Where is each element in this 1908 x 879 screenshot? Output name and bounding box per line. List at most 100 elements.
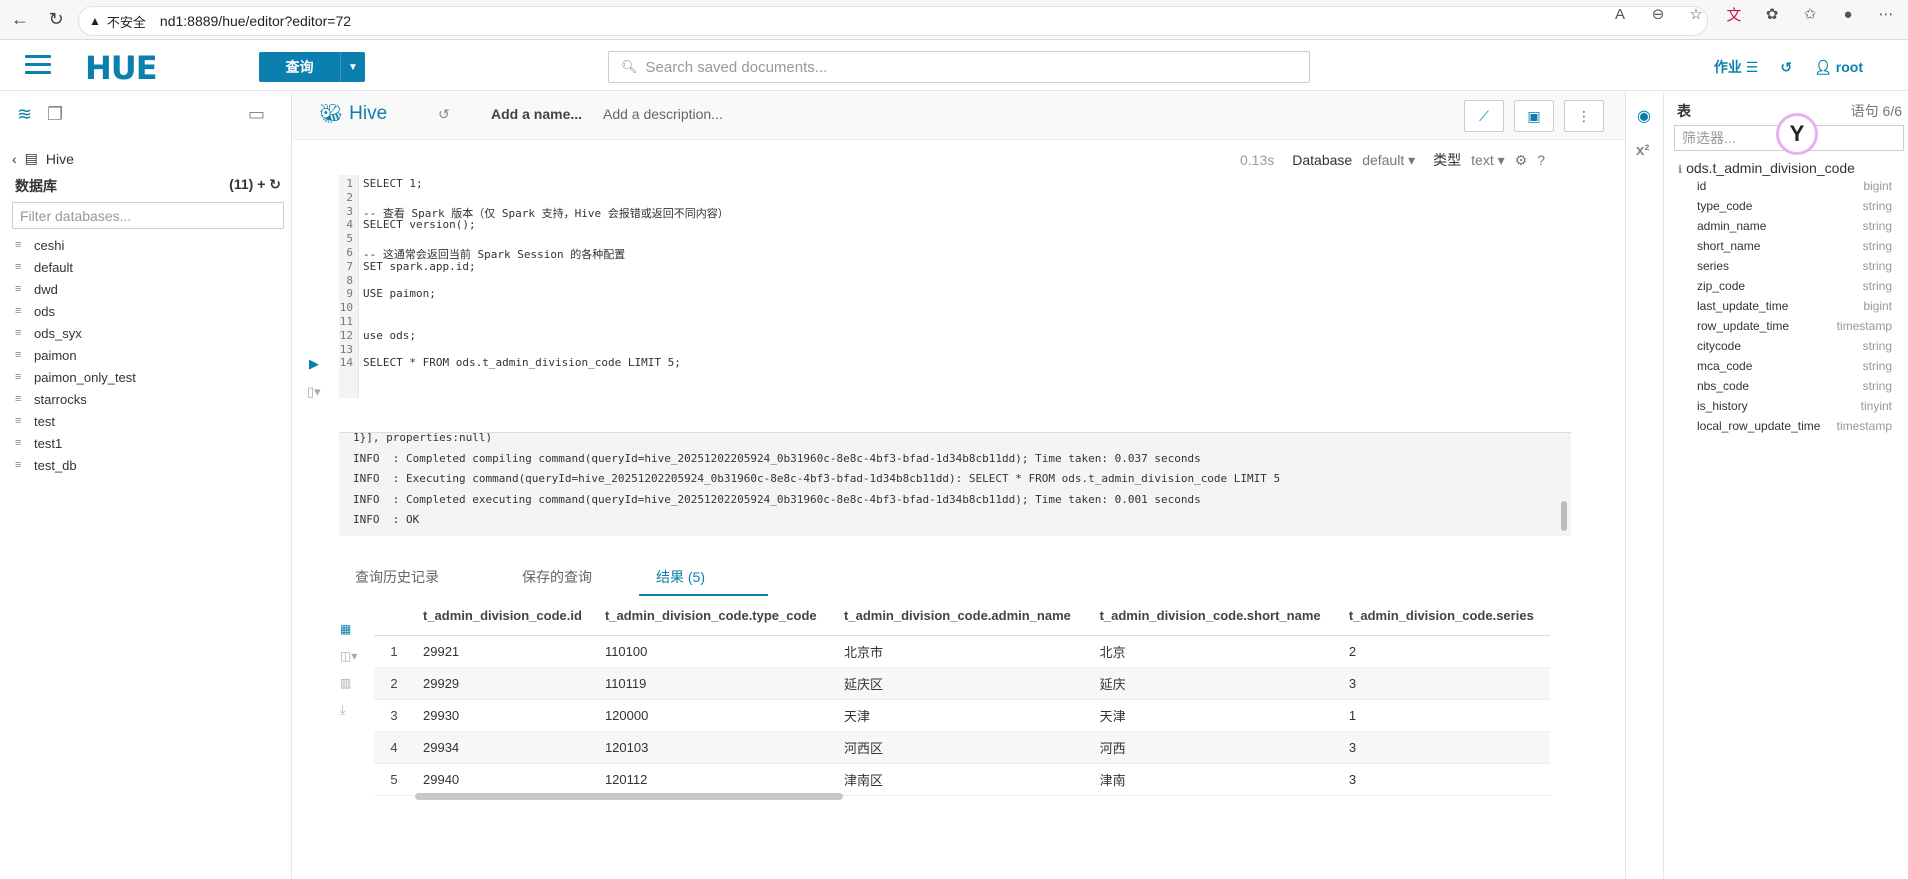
history-icon[interactable]: ↺ — [1780, 59, 1792, 76]
read-aloud-icon[interactable]: A — [1610, 4, 1630, 24]
table-row[interactable]: 4 29934 120103 河西区 河西 3 — [374, 731, 1550, 764]
favorites-list-icon[interactable]: ✩ — [1800, 4, 1820, 24]
documents-icon[interactable]: ❐ — [47, 104, 69, 126]
query-history-icon[interactable]: ↺ — [438, 106, 450, 123]
more-tools-icon[interactable]: ⊖ — [1648, 4, 1668, 24]
query-button[interactable]: 查询 ▼ — [259, 52, 365, 82]
jobs-button[interactable]: 作业 ☰ — [1714, 57, 1758, 77]
query-button-label[interactable]: 查询 — [259, 52, 341, 82]
breadcrumb[interactable]: ‹ ▤ Hive — [12, 150, 74, 167]
column-item[interactable]: id bigint — [1697, 179, 1892, 199]
profile-avatar-icon[interactable]: ● — [1838, 4, 1858, 24]
database-item[interactable]: ≡ test — [15, 410, 136, 432]
database-icon[interactable]: ≋ — [17, 104, 39, 126]
column-item[interactable]: is_history tinyint — [1697, 399, 1892, 419]
column-item[interactable]: zip_code string — [1697, 279, 1892, 299]
extension-logo-icon[interactable]: Y — [1776, 113, 1818, 155]
address-bar[interactable]: ▲ 不安全 nd1:8889/hue/editor?editor=72 — [78, 6, 1708, 36]
row-number: 5 — [374, 763, 414, 796]
database-name: paimon — [34, 347, 77, 363]
column-header[interactable]: t_admin_division_code.short_name — [1090, 597, 1340, 636]
database-select[interactable]: default ▾ — [1362, 152, 1415, 169]
download-icon[interactable]: ⤓ — [340, 703, 357, 730]
columns-icon[interactable]: ▥ — [340, 676, 357, 703]
column-item[interactable]: admin_name string — [1697, 219, 1892, 239]
column-item[interactable]: nbs_code string — [1697, 379, 1892, 399]
table-row[interactable]: 2 29929 110119 延庆区 延庆 3 — [374, 667, 1550, 700]
database-header-label: 数据库 — [15, 178, 57, 194]
column-item[interactable]: last_update_time bigint — [1697, 299, 1892, 319]
database-item[interactable]: ≡ ods_syx — [15, 322, 136, 344]
type-select[interactable]: text ▾ — [1471, 152, 1505, 169]
query-name-field[interactable]: Add a name... — [491, 106, 582, 122]
table-entry[interactable]: ℹ ods.t_admin_division_code — [1678, 160, 1855, 176]
help-icon[interactable]: ? — [1537, 152, 1545, 168]
search-documents[interactable]: 🔍︎ — [608, 51, 1310, 83]
table-row[interactable]: 5 29940 120112 津南区 津南 3 — [374, 763, 1550, 796]
user-menu[interactable]: 👤︎ root — [1814, 59, 1863, 76]
column-header[interactable]: t_admin_division_code.id — [414, 597, 596, 636]
results-scrollbar[interactable] — [415, 793, 843, 800]
url-text[interactable]: nd1:8889/hue/editor?editor=72 — [160, 13, 351, 29]
snippet-icon[interactable]: ▯▾ — [307, 384, 321, 400]
chevron-left-icon[interactable]: ‹ — [12, 151, 17, 167]
hamburger-menu-icon[interactable] — [25, 55, 51, 75]
tab-results[interactable]: 结果 (5) — [639, 560, 768, 596]
tab-query-history[interactable]: 查询历史记录 — [355, 560, 439, 594]
function-icon[interactable]: x² — [1636, 142, 1649, 159]
database-item[interactable]: ≡ test1 — [15, 432, 136, 454]
database-filter-input[interactable] — [12, 202, 284, 229]
column-header[interactable]: t_admin_division_code.type_code — [595, 597, 836, 636]
refresh-icon[interactable]: ↻ — [269, 176, 281, 192]
reload-icon[interactable]: ↻ — [40, 4, 72, 36]
compass-icon[interactable]: ◉ — [1637, 106, 1651, 126]
database-item[interactable]: ≡ starrocks — [15, 388, 136, 410]
settings-icon[interactable]: ⚙ — [1515, 152, 1528, 169]
menu-dots-icon[interactable]: ⋯ — [1876, 4, 1896, 24]
column-name: id — [1697, 179, 1707, 193]
column-item[interactable]: type_code string — [1697, 199, 1892, 219]
chart-icon[interactable]: ⟋ — [1464, 100, 1504, 132]
table-row[interactable]: 3 29930 120000 天津 天津 1 — [374, 699, 1550, 732]
column-item[interactable]: row_update_time timestamp — [1697, 319, 1892, 339]
more-options-icon[interactable]: ⋮ — [1564, 100, 1604, 132]
column-header[interactable]: t_admin_division_code.admin_name — [835, 597, 1091, 636]
database-item[interactable]: ≡ dwd — [15, 278, 136, 300]
code-line: 6 -- 这通常会返回当前 Spark Session 的各种配置 — [339, 246, 1139, 261]
column-item[interactable]: local_row_update_time timestamp — [1697, 419, 1892, 439]
query-description-field[interactable]: Add a description... — [603, 106, 723, 122]
extensions-icon[interactable]: ✿ — [1762, 4, 1782, 24]
editor-header: 🐝︎ Hive ↺ Add a name... Add a descriptio… — [293, 92, 1625, 140]
search-input[interactable] — [645, 58, 1286, 76]
hue-logo[interactable]: HUE — [85, 49, 158, 87]
back-icon[interactable]: ← — [4, 4, 36, 36]
column-item[interactable]: citycode string — [1697, 339, 1892, 359]
chevron-down-icon[interactable]: ▼ — [341, 52, 365, 82]
tables-title: 表 — [1677, 103, 1691, 119]
favorite-icon[interactable]: ☆ — [1686, 4, 1706, 24]
database-item[interactable]: ≡ paimon_only_test — [15, 366, 136, 388]
database-item[interactable]: ≡ ods — [15, 300, 136, 322]
database-item[interactable]: ≡ default — [15, 256, 136, 278]
warning-icon: ▲ — [89, 14, 101, 28]
log-scrollbar[interactable] — [1561, 501, 1567, 531]
save-icon[interactable]: ▣ — [1514, 100, 1554, 132]
tab-saved-queries[interactable]: 保存的查询 — [522, 560, 592, 594]
add-icon[interactable]: + — [257, 176, 265, 192]
table-row[interactable]: 1 29921 110100 北京市 北京 2 — [374, 635, 1550, 668]
database-item[interactable]: ≡ paimon — [15, 344, 136, 366]
column-header[interactable]: t_admin_division_code.series — [1339, 597, 1550, 636]
column-item[interactable]: series string — [1697, 259, 1892, 279]
grid-view-icon[interactable]: ▦ — [340, 622, 357, 649]
run-icon[interactable]: ▶ — [309, 356, 319, 372]
folder-icon[interactable]: ▭ — [248, 104, 270, 126]
database-item[interactable]: ≡ test_db — [15, 454, 136, 476]
column-item[interactable]: mca_code string — [1697, 359, 1892, 379]
database-item[interactable]: ≡ ceshi — [15, 234, 136, 256]
sql-editor[interactable]: 1 SELECT 1; 2 3 -- 查看 Spark 版本（仅 Spark 支持，Hi… — [339, 175, 1571, 398]
chart-view-icon[interactable]: ◫▾ — [340, 649, 357, 676]
line-number: 7 — [346, 259, 353, 273]
translate-extension-icon[interactable]: 文 — [1724, 4, 1744, 24]
info-icon[interactable]: ℹ — [1678, 164, 1682, 176]
column-item[interactable]: short_name string — [1697, 239, 1892, 259]
